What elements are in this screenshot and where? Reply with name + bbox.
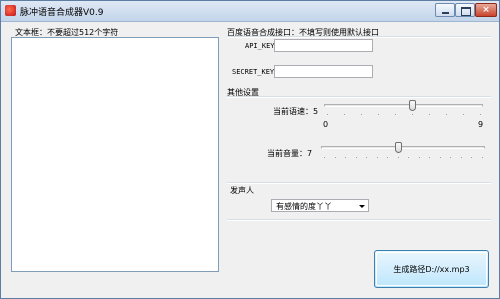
minimize-button[interactable] <box>435 3 455 17</box>
speed-min-label: 0 <box>323 120 329 129</box>
slider-tick <box>450 157 451 158</box>
minimize-icon <box>442 12 449 14</box>
slider-tick <box>366 157 367 158</box>
maximize-button[interactable] <box>455 3 475 17</box>
speaker-group-bottom-divider <box>227 219 491 221</box>
slider-tick <box>356 157 357 158</box>
speaker-group-divider <box>227 182 491 184</box>
volume-slider-thumb[interactable] <box>395 142 402 153</box>
slider-tick <box>408 157 409 158</box>
slider-tick <box>419 157 420 158</box>
api-key-label: API_KEY <box>245 42 275 50</box>
slider-tick <box>461 157 462 158</box>
slider-tick <box>344 114 345 115</box>
speed-label: 当前语速：5 <box>273 107 319 116</box>
slider-tick <box>398 157 399 158</box>
speed-max-label: 9 <box>478 120 484 129</box>
generate-button[interactable]: 生成路径D://xx.mp3 <box>374 250 489 288</box>
slider-tick <box>482 157 483 158</box>
app-window: 脉冲语音合成器V0.9 × 文本框：不要超过512个字符 百度语音合成接口：不填… <box>0 0 500 299</box>
baidu-group-divider <box>227 36 491 38</box>
slider-tick <box>378 114 379 115</box>
api-key-input[interactable] <box>274 39 373 52</box>
speed-slider-track <box>324 104 483 107</box>
slider-tick <box>429 157 430 158</box>
chevron-down-icon <box>359 205 365 208</box>
speed-slider-thumb[interactable] <box>409 100 416 111</box>
slider-tick <box>335 157 336 158</box>
slider-tick <box>345 157 346 158</box>
slider-tick <box>412 114 413 115</box>
slider-tick <box>387 157 388 158</box>
settings-group-divider <box>227 96 491 98</box>
slider-tick <box>429 114 430 115</box>
close-button[interactable]: × <box>475 3 497 17</box>
volume-slider-track <box>321 146 485 149</box>
speaker-select-value: 有感情的度丫丫 <box>276 202 332 211</box>
slider-tick <box>324 157 325 158</box>
slider-tick <box>480 114 481 115</box>
speaker-select[interactable]: 有感情的度丫丫 <box>271 199 369 212</box>
maximize-icon <box>461 7 471 16</box>
close-icon: × <box>482 5 490 15</box>
slider-tick <box>440 157 441 158</box>
slider-tick <box>377 157 378 158</box>
slider-tick <box>463 114 464 115</box>
text-input-area[interactable] <box>11 37 219 272</box>
secret-key-input[interactable] <box>274 65 373 78</box>
slider-tick <box>395 114 396 115</box>
slider-tick <box>361 114 362 115</box>
generate-button-label: 生成路径D://xx.mp3 <box>393 265 470 274</box>
volume-label: 当前音量：7 <box>267 149 313 158</box>
app-icon <box>5 5 16 16</box>
speaker-group-label: 发声人 <box>230 186 254 195</box>
slider-tick <box>446 114 447 115</box>
slider-tick <box>471 157 472 158</box>
slider-tick <box>327 114 328 115</box>
secret-key-label: SECRET_KEY <box>232 68 275 76</box>
title-bar[interactable]: 脉冲语音合成器V0.9 × <box>1 1 499 22</box>
window-title: 脉冲语音合成器V0.9 <box>20 8 104 18</box>
